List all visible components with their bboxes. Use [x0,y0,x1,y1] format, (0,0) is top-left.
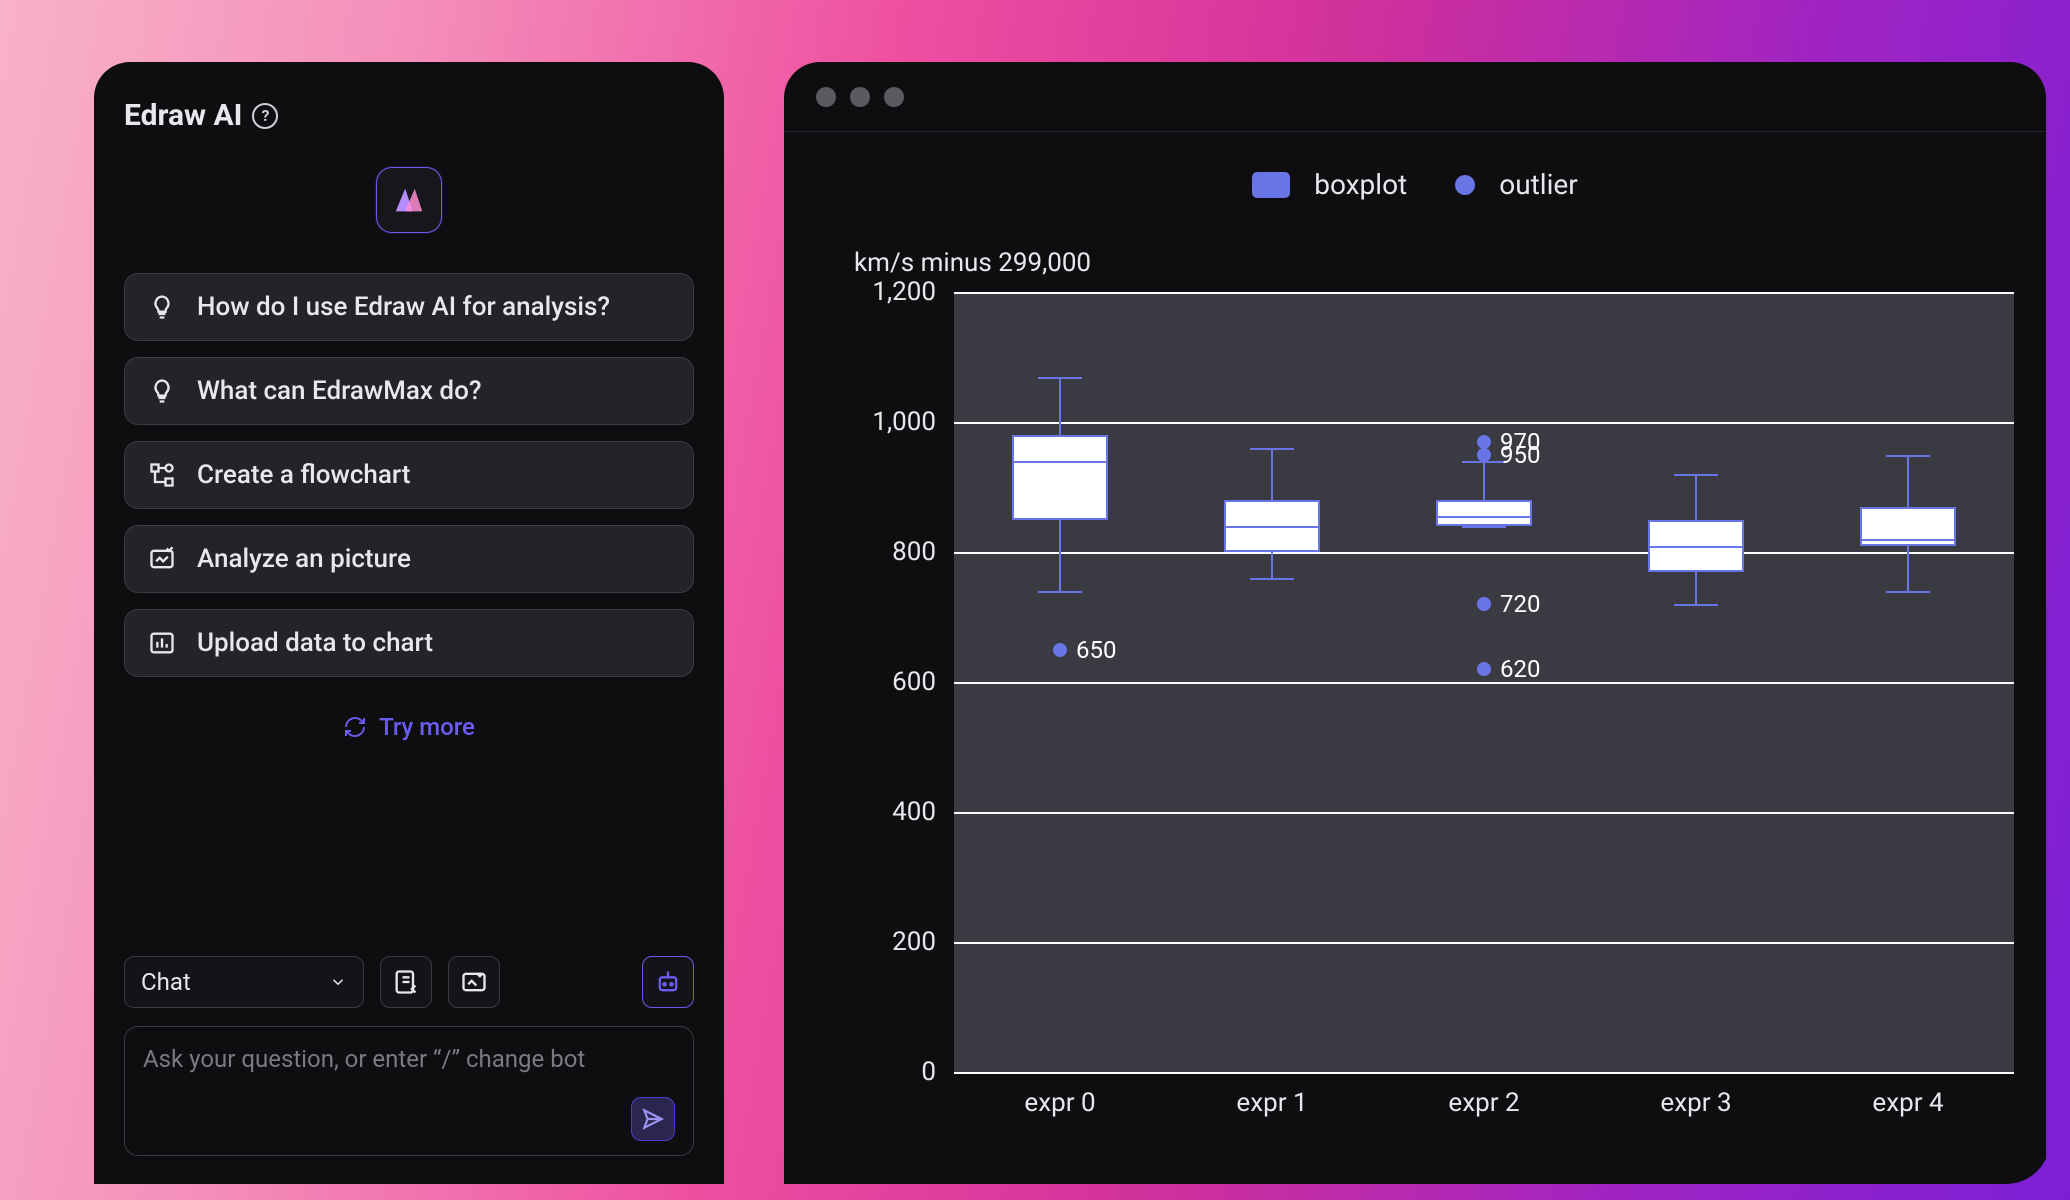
x-tick: expr 2 [1448,1088,1519,1118]
traffic-light-max[interactable] [884,87,904,107]
lightbulb-icon [147,292,177,322]
y-tick: 600 [856,667,936,697]
suggestion-flowchart[interactable]: Create a flowchart [124,441,694,509]
y-axis-title: km/s minus 299,000 [854,248,1091,278]
outlier-point [1477,597,1491,611]
x-tick: expr 4 [1872,1088,1943,1118]
suggestion-analyze-picture[interactable]: Analyze an picture [124,525,694,593]
app-logo [376,167,442,233]
legend-swatch-outlier [1455,175,1475,195]
outlier-point [1477,435,1491,449]
outlier-point [1477,448,1491,462]
bot-button[interactable] [642,956,694,1008]
send-button[interactable] [631,1097,675,1141]
lightbulb-icon [147,376,177,406]
boxplot-3 [1648,292,1744,1072]
mode-select[interactable]: Chat [124,956,364,1008]
suggestion-label: Analyze an picture [197,544,411,574]
outlier-point [1477,662,1491,676]
outlier-label: 950 [1500,441,1540,469]
flowchart-icon [147,460,177,490]
ai-sidebar: Edraw AI ? How do I use Edraw AI for ana… [94,62,724,1184]
suggestion-edrawmax[interactable]: What can EdrawMax do? [124,357,694,425]
outlier-point [1053,643,1067,657]
sidebar-title: Edraw AI ? [124,98,694,133]
picture-check-icon [147,544,177,574]
outlier-label: 650 [1076,636,1116,664]
chevron-down-icon [329,973,347,991]
chat-placeholder: Ask your question, or enter “/” change b… [143,1045,675,1073]
x-tick: expr 3 [1660,1088,1731,1118]
try-more-link[interactable]: Try more [124,713,694,741]
boxplot-0 [1012,292,1108,1072]
plot-area: 02004006008001,0001,200650970950720620 [954,292,2014,1072]
try-more-label: Try more [379,713,475,741]
chart-upload-icon [147,628,177,658]
help-icon[interactable]: ? [252,103,278,129]
image-add-button[interactable] [448,956,500,1008]
legend-swatch-boxplot [1252,172,1290,198]
traffic-light-close[interactable] [816,87,836,107]
window-titlebar [784,62,2046,132]
x-tick: expr 0 [1024,1088,1095,1118]
suggestion-label: Create a flowchart [197,460,410,490]
boxplot-4 [1860,292,1956,1072]
y-tick: 800 [856,537,936,567]
suggestion-label: How do I use Edraw AI for analysis? [197,292,610,322]
suggestion-list: How do I use Edraw AI for analysis? What… [124,273,694,677]
chart-legend: boxplot outlier [784,168,2046,201]
legend-label-outlier: outlier [1499,168,1578,201]
bottom-toolbar: Chat [124,956,694,1008]
boxplot-1 [1224,292,1320,1072]
outlier-label: 620 [1500,655,1540,683]
mode-select-value: Chat [141,968,191,996]
x-tick: expr 1 [1236,1088,1307,1118]
suggestion-upload-chart[interactable]: Upload data to chart [124,609,694,677]
suggestion-label: What can EdrawMax do? [197,376,481,406]
y-tick: 0 [856,1057,936,1087]
traffic-light-min[interactable] [850,87,870,107]
y-tick: 200 [856,927,936,957]
y-tick: 1,000 [856,407,936,437]
sidebar-title-text: Edraw AI [124,98,242,133]
new-doc-button[interactable] [380,956,432,1008]
chat-input[interactable]: Ask your question, or enter “/” change b… [124,1026,694,1156]
outlier-label: 720 [1500,590,1540,618]
refresh-icon [343,715,367,739]
y-tick: 1,200 [856,277,936,307]
suggestion-analysis[interactable]: How do I use Edraw AI for analysis? [124,273,694,341]
y-tick: 400 [856,797,936,827]
suggestion-label: Upload data to chart [197,628,433,658]
legend-label-boxplot: boxplot [1314,168,1407,201]
chart-window: boxplot outlier km/s minus 299,000 0 200 4… [784,62,2046,1184]
